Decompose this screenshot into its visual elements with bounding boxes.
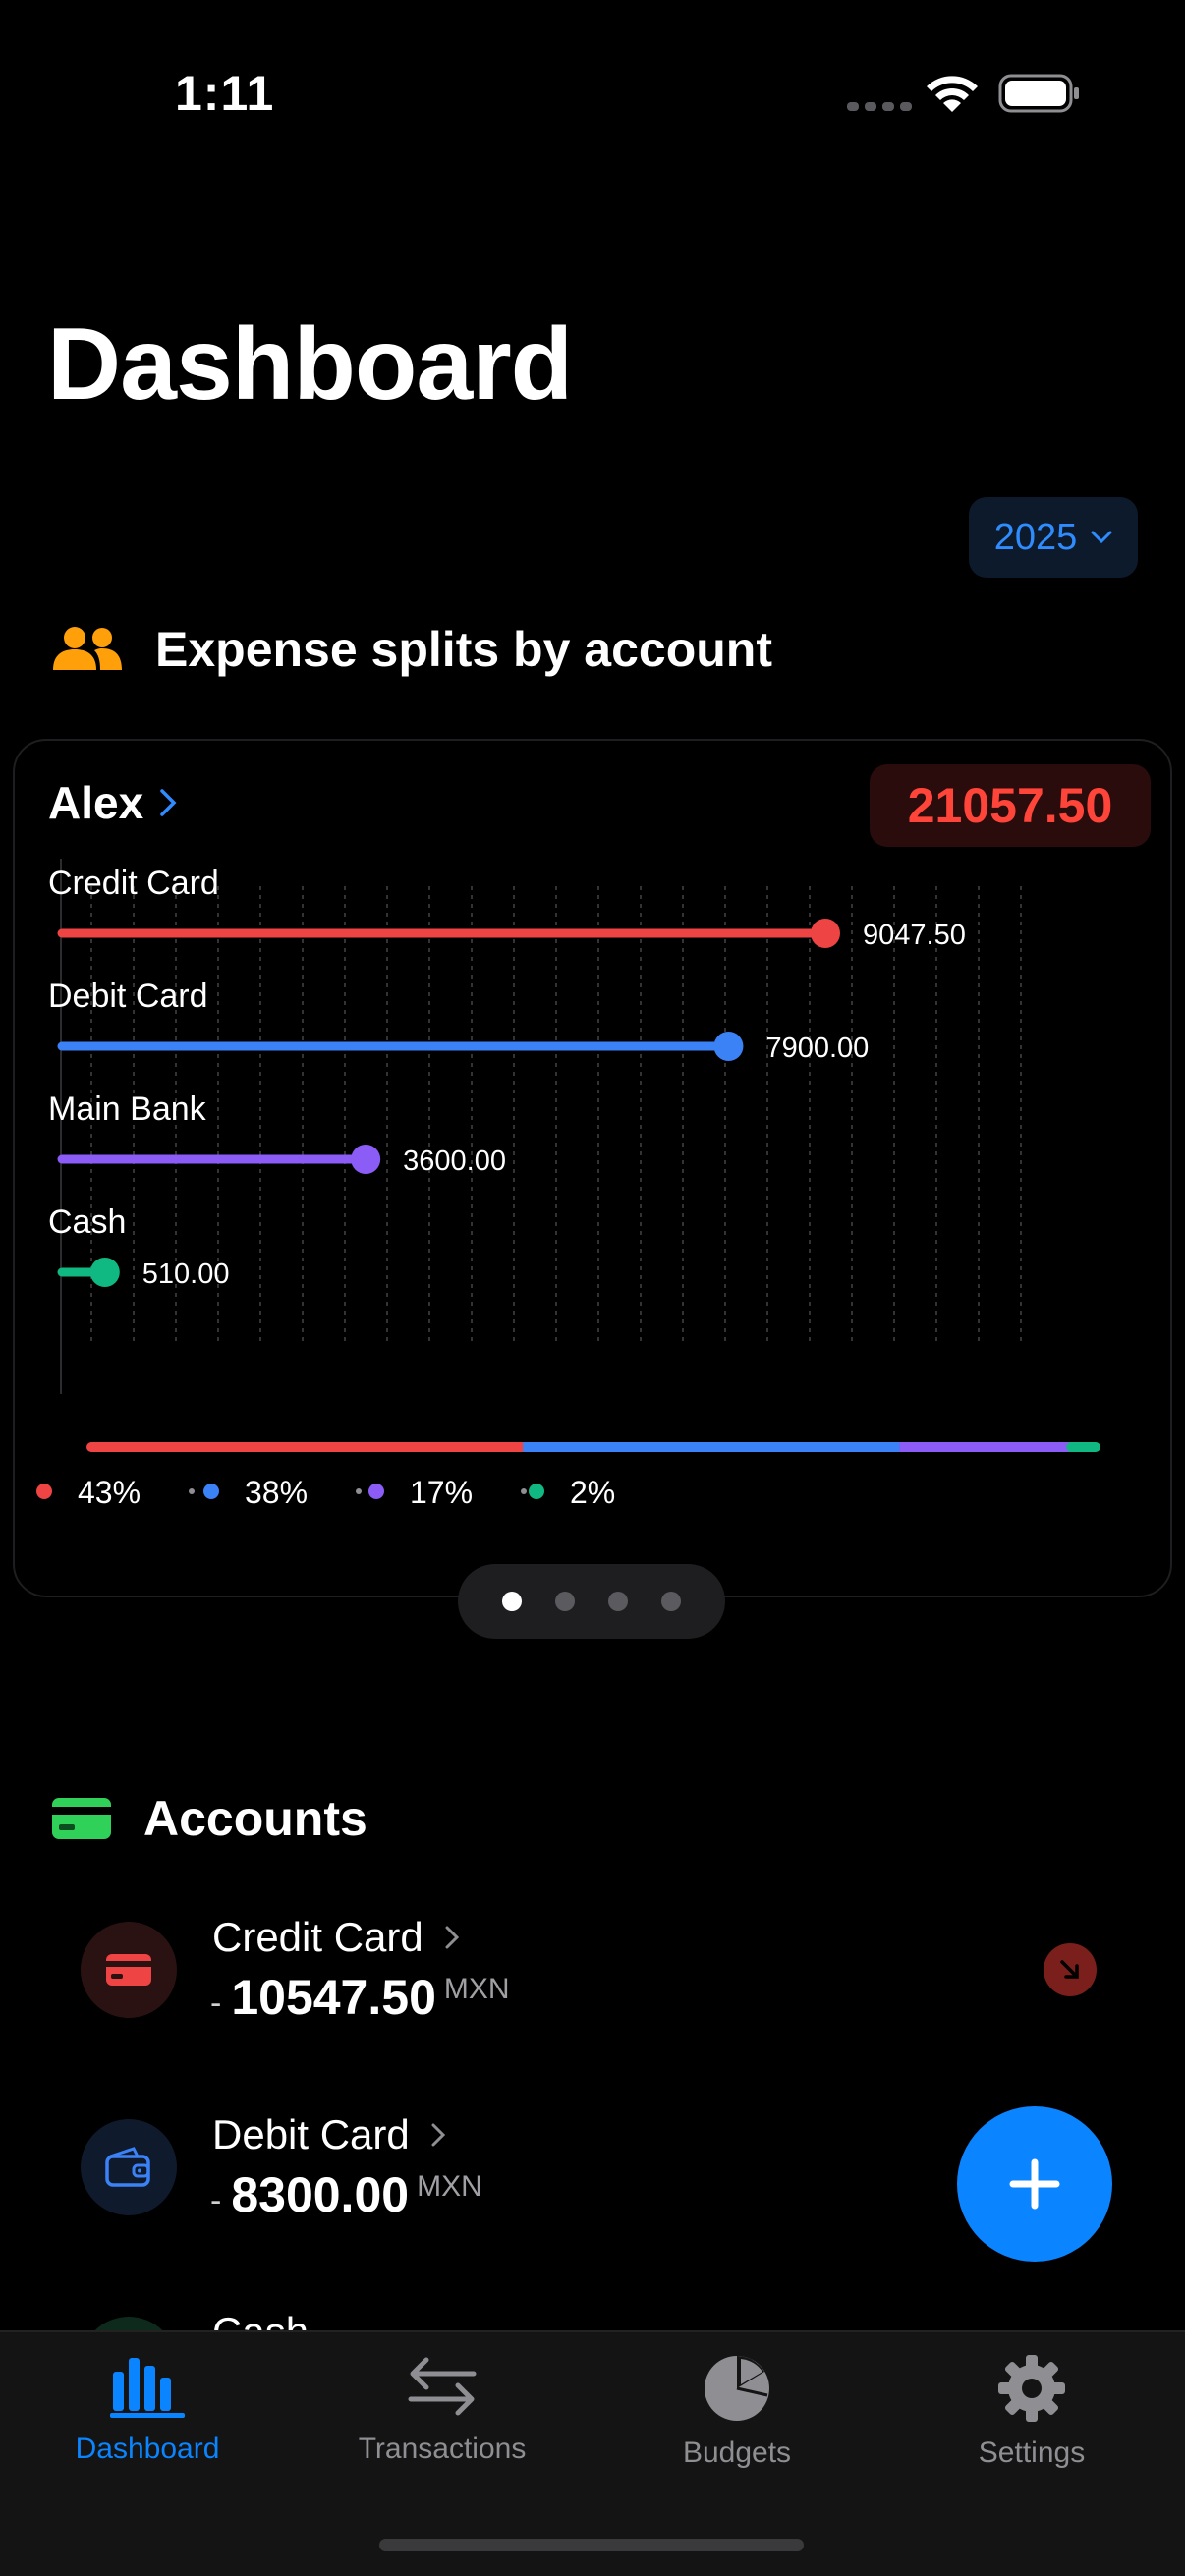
credit-card-icon bbox=[81, 1922, 177, 2018]
tab-dashboard[interactable]: Dashboard bbox=[0, 2354, 295, 2466]
tab-transactions[interactable]: Transactions bbox=[295, 2354, 590, 2466]
bar-end-marker bbox=[351, 1145, 381, 1174]
page-title: Dashboard bbox=[47, 308, 573, 421]
wifi-icon bbox=[927, 76, 978, 112]
expense-split-card[interactable]: Alex 21057.50 Credit Card 9047.50 Debit Ca… bbox=[13, 739, 1172, 1597]
page-indicator[interactable] bbox=[458, 1564, 725, 1639]
credit-card-icon bbox=[52, 1798, 111, 1839]
accounts-section-title: Accounts bbox=[143, 1791, 367, 1846]
category-label: Cash bbox=[48, 1204, 126, 1241]
legend-dot bbox=[368, 1484, 384, 1499]
legend-dot bbox=[529, 1484, 544, 1499]
tab-budgets[interactable]: Budgets bbox=[590, 2354, 884, 2470]
chevron-right-icon bbox=[445, 1926, 459, 1949]
category-label: Main Bank bbox=[48, 1091, 207, 1128]
legend-separator bbox=[356, 1488, 362, 1494]
legend-dot bbox=[203, 1484, 219, 1499]
bar-value-label: 7900.00 bbox=[765, 1033, 869, 1064]
pie-chart-icon bbox=[705, 2356, 769, 2421]
bar-end-marker bbox=[89, 1258, 120, 1287]
page-dot[interactable] bbox=[661, 1592, 681, 1611]
category-label: Debit Card bbox=[48, 978, 208, 1015]
account-balance: - 10547.50 MXN bbox=[210, 1969, 510, 2026]
account-name: Debit Card bbox=[212, 2111, 445, 2158]
page-dot[interactable] bbox=[608, 1592, 628, 1611]
add-transaction-button[interactable] bbox=[957, 2106, 1112, 2262]
arrows-icon bbox=[408, 2357, 477, 2416]
home-indicator bbox=[379, 2539, 804, 2551]
bar-value-label: 3600.00 bbox=[403, 1146, 506, 1177]
battery-icon bbox=[998, 74, 1079, 113]
chevron-down-icon bbox=[1091, 531, 1112, 544]
legend-dot bbox=[36, 1484, 52, 1499]
legend-separator bbox=[189, 1488, 195, 1494]
bar-value-label: 510.00 bbox=[142, 1259, 230, 1290]
bar-end-marker bbox=[811, 919, 840, 948]
category-label: Credit Card bbox=[48, 865, 219, 902]
gear-icon bbox=[998, 2355, 1065, 2422]
expense-bar-chart: Credit Card 9047.50 Debit Card 7900.00 Main … bbox=[36, 859, 1100, 1510]
balance-sign: - bbox=[210, 2182, 222, 2219]
bar-value-label: 9047.50 bbox=[863, 920, 966, 951]
legend-percent: 2% bbox=[570, 1475, 615, 1510]
balance-sign: - bbox=[210, 1985, 222, 2022]
accounts-section-header: Accounts bbox=[51, 1790, 367, 1847]
legend-percent: 38% bbox=[245, 1475, 308, 1510]
bar-end-marker bbox=[713, 1032, 744, 1061]
tab-label: Dashboard bbox=[75, 2433, 220, 2465]
cash-icon bbox=[81, 2317, 177, 2330]
people-icon bbox=[53, 627, 122, 670]
tab-label: Transactions bbox=[358, 2433, 527, 2465]
balance-currency: MXN bbox=[417, 2170, 482, 2203]
page-dot[interactable] bbox=[555, 1592, 575, 1611]
plus-icon bbox=[1009, 2158, 1060, 2210]
tab-label: Settings bbox=[978, 2436, 1086, 2469]
account-name: Credit Card bbox=[212, 1914, 459, 1961]
tab-label: Budgets bbox=[682, 2436, 792, 2469]
page-dot[interactable] bbox=[502, 1592, 522, 1611]
account-balance: - 8300.00 MXN bbox=[210, 2166, 482, 2223]
balance-currency: MXN bbox=[443, 1973, 510, 2005]
balance-value: 8300.00 bbox=[231, 2167, 410, 2222]
cellular-signal-icon bbox=[847, 102, 912, 111]
legend-percent: 43% bbox=[78, 1475, 141, 1510]
legend-percent: 17% bbox=[410, 1475, 473, 1510]
account-row-credit-card[interactable]: Credit Card - 10547.50 MXN bbox=[0, 1906, 1185, 2063]
wallet-icon bbox=[81, 2119, 177, 2215]
balance-value: 10547.50 bbox=[231, 1970, 436, 2025]
legend-separator bbox=[521, 1488, 527, 1494]
account-row-cash[interactable]: Cash bbox=[0, 2301, 1185, 2330]
expense-section-header: Expense splits by account bbox=[51, 621, 772, 678]
status-time: 1:11 bbox=[175, 66, 275, 121]
tab-settings[interactable]: Settings bbox=[884, 2354, 1179, 2470]
trend-down-icon bbox=[1044, 1943, 1097, 1996]
year-picker[interactable]: 2025 bbox=[969, 497, 1138, 578]
account-name: Cash bbox=[212, 2309, 309, 2330]
expense-section-title: Expense splits by account bbox=[155, 622, 772, 677]
year-value: 2025 bbox=[993, 516, 1078, 558]
chevron-right-icon bbox=[431, 2123, 445, 2147]
bar-chart-icon bbox=[110, 2358, 185, 2418]
